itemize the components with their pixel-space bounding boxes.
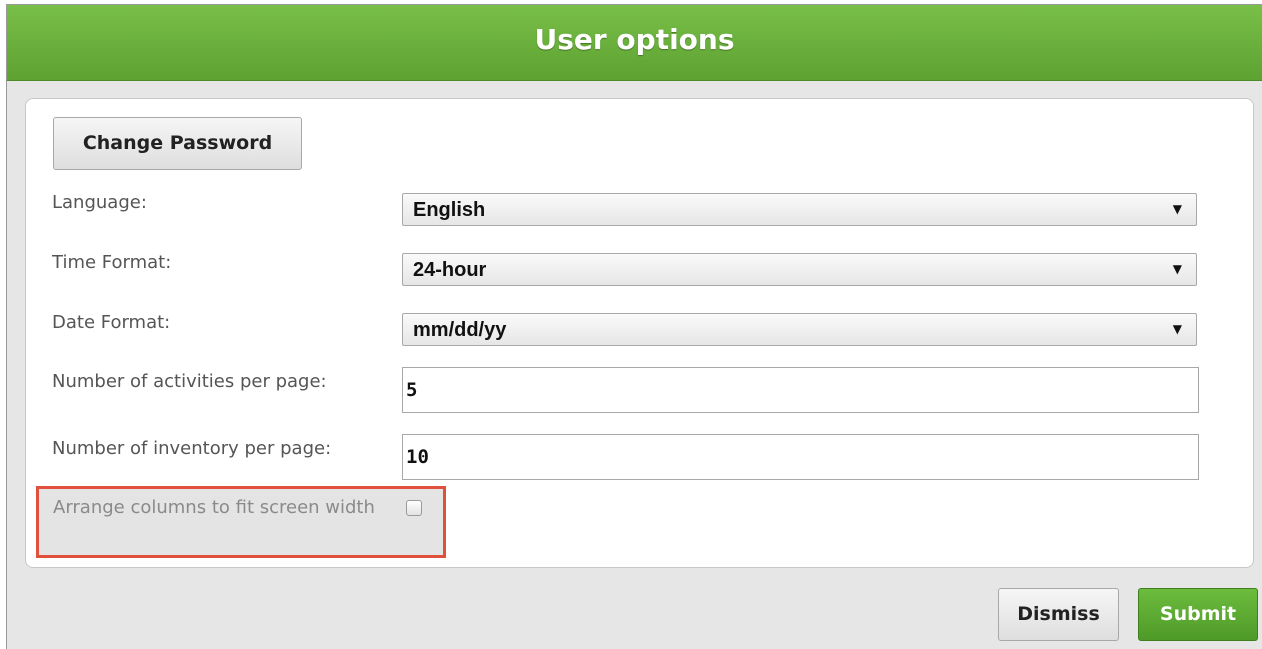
date-format-select[interactable]: mm/dd/yy ▼	[402, 313, 1197, 346]
inventory-per-page-label: Number of inventory per page:	[52, 438, 332, 459]
activities-per-page-input[interactable]: 5	[402, 367, 1199, 413]
language-select-value: English	[413, 199, 486, 221]
time-format-label: Time Format:	[52, 252, 172, 273]
options-panel: Change Password Language: English ▼ Time…	[25, 98, 1254, 568]
activities-per-page-label: Number of activities per page:	[52, 371, 327, 392]
user-options-dialog: User options Change Password Language: E…	[6, 4, 1262, 649]
inventory-per-page-value: 10	[406, 446, 429, 468]
inventory-per-page-input[interactable]: 10	[402, 434, 1199, 480]
language-label: Language:	[52, 192, 147, 213]
arrange-columns-checkbox[interactable]	[406, 500, 422, 516]
language-select[interactable]: English ▼	[402, 193, 1197, 226]
chevron-down-icon: ▼	[1172, 202, 1182, 216]
activities-per-page-value: 5	[406, 379, 418, 401]
date-format-select-value: mm/dd/yy	[413, 319, 507, 341]
dialog-header: User options	[7, 5, 1262, 81]
time-format-select[interactable]: 24-hour ▼	[402, 253, 1197, 286]
arrange-columns-label: Arrange columns to fit screen width	[53, 497, 375, 518]
arrange-columns-highlight: Arrange columns to fit screen width	[36, 486, 446, 558]
time-format-select-value: 24-hour	[413, 259, 487, 281]
chevron-down-icon: ▼	[1172, 262, 1182, 276]
dialog-title: User options	[534, 23, 735, 56]
dismiss-button[interactable]: Dismiss	[998, 588, 1119, 641]
date-format-label: Date Format:	[52, 312, 171, 333]
change-password-button[interactable]: Change Password	[53, 117, 302, 170]
chevron-down-icon: ▼	[1172, 322, 1182, 336]
submit-button[interactable]: Submit	[1138, 588, 1258, 641]
